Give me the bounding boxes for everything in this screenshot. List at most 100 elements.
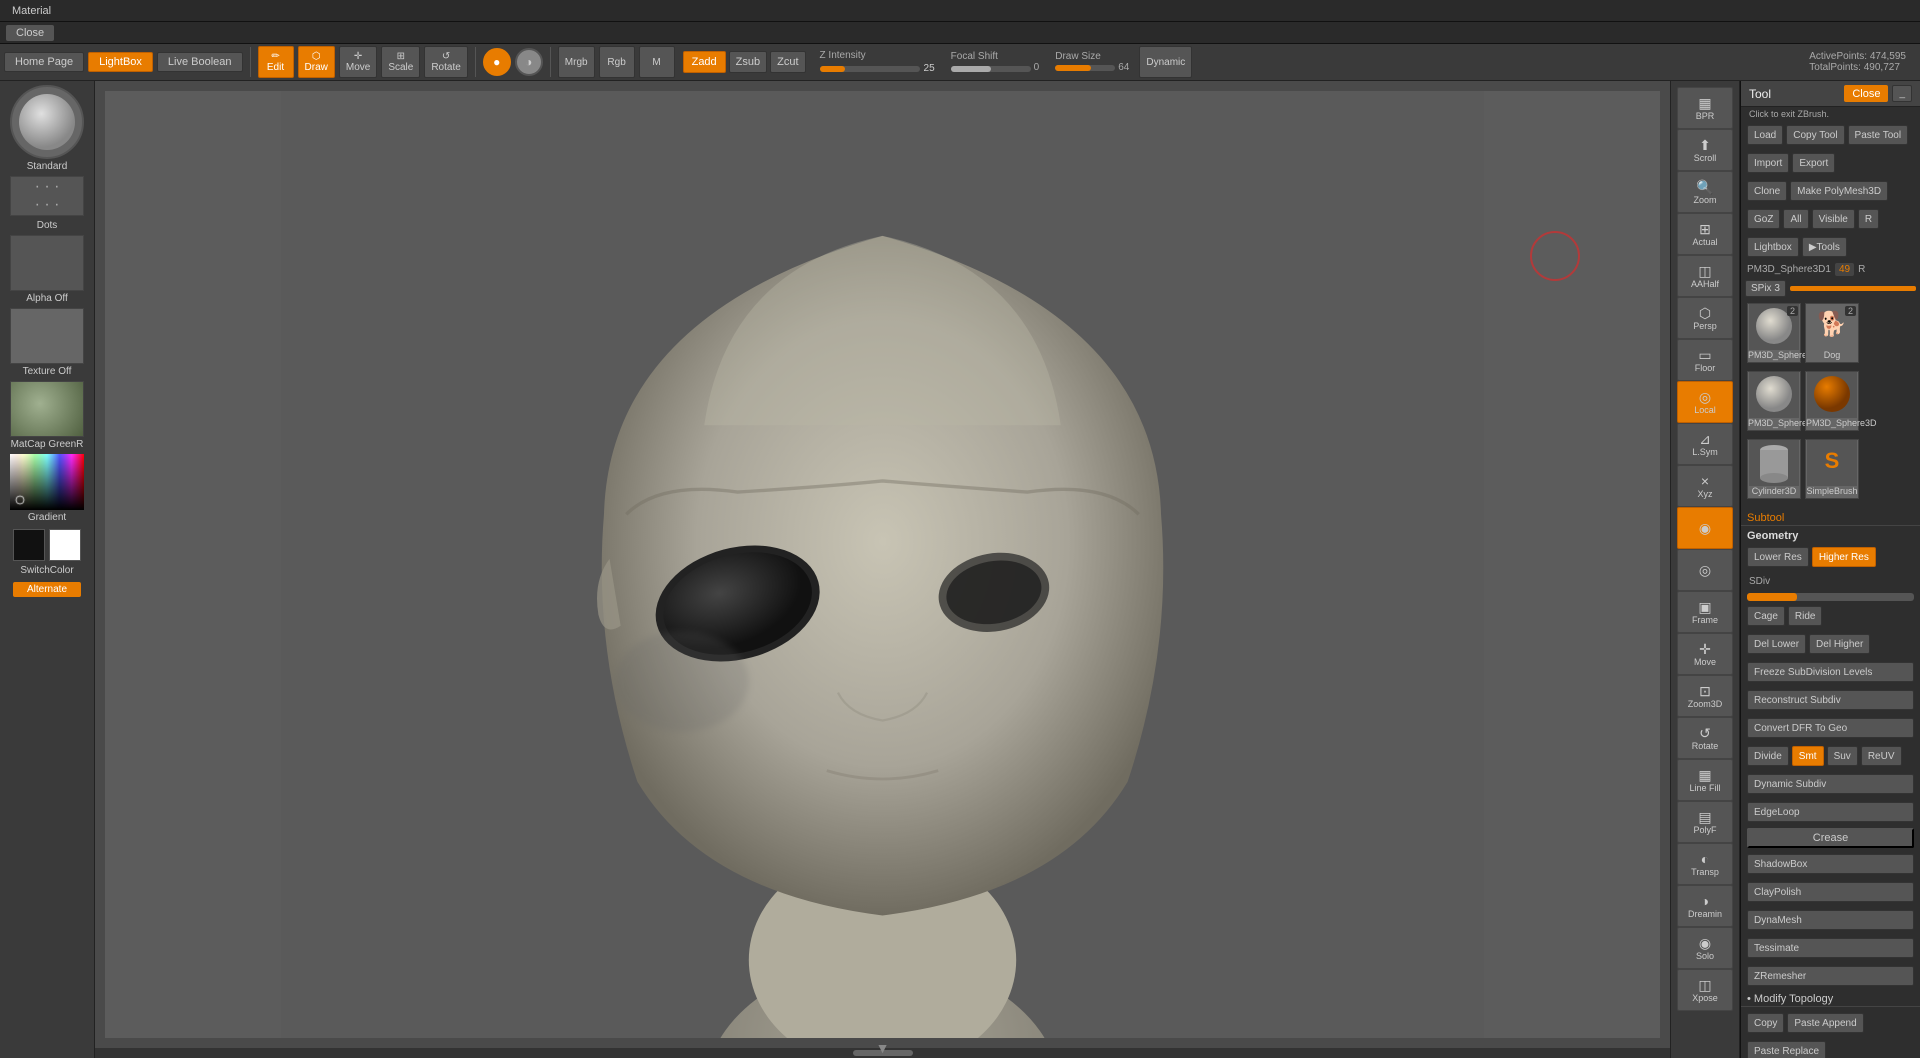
rgb-button[interactable]: Rgb [599,46,635,78]
right-icon-Xpose[interactable]: ◫Xpose [1677,969,1733,1011]
reuv-button[interactable]: ReUV [1861,746,1902,766]
modify-topology-section[interactable]: • Modify Topology [1741,990,1920,1007]
home-page-button[interactable]: Home Page [4,52,84,72]
right-icon-PolyF[interactable]: ▤PolyF [1677,801,1733,843]
tool-thumb-dog[interactable]: 🐕 2 Dog [1805,303,1859,363]
right-icon-11[interactable]: ◎ [1677,549,1733,591]
export-button[interactable]: Export [1792,153,1835,173]
swatch-black[interactable] [13,529,45,561]
zremesher-button[interactable]: ZRemesher [1747,966,1914,986]
tool-thumb-sphere3[interactable]: PM3D_Sphere3D [1747,371,1801,431]
del-higher-button[interactable]: Del Higher [1809,634,1870,654]
del-lower-button[interactable]: Del Lower [1747,634,1806,654]
menu-item-material[interactable]: Material [4,0,79,22]
paste-append-button[interactable]: Paste Append [1787,1013,1863,1033]
claypolish-button[interactable]: ClayPolish [1747,882,1914,902]
tool-thumb-sphere4[interactable]: PM3D_Sphere3D [1805,371,1859,431]
focal-shift-track[interactable] [951,66,1031,72]
right-icon-Scroll[interactable]: ⬆Scroll [1677,129,1733,171]
alternate-button[interactable]: Alternate [13,582,81,597]
goz-button[interactable]: GoZ [1747,209,1780,229]
right-icon-Transp[interactable]: ◐Transp [1677,843,1733,885]
edgeloop-button[interactable]: EdgeLoop [1747,802,1914,822]
right-icon-Move[interactable]: ✛Move [1677,633,1733,675]
close-button[interactable]: Close [6,25,54,41]
canvas-area[interactable]: ▼ [95,81,1670,1058]
right-icon-AAHalf[interactable]: ◫AAHalf [1677,255,1733,297]
copy-tool-button[interactable]: Copy Tool [1786,125,1844,145]
right-icon-Persp[interactable]: ⬡Persp [1677,297,1733,339]
draw-size-track[interactable] [1055,65,1115,71]
tool-thumb-sphere1[interactable]: 2 PM3D_Sphere3D [1747,303,1801,363]
edit-button[interactable]: ✏ Edit [258,46,294,78]
draw-button[interactable]: ⬡ Draw [298,46,335,78]
zsub-button[interactable]: Zsub [729,51,767,73]
color-picker[interactable] [10,454,84,510]
live-boolean-button[interactable]: Live Boolean [157,52,243,72]
suv-button[interactable]: Suv [1827,746,1858,766]
higher-res-button[interactable]: Higher Res [1812,547,1876,567]
move-button[interactable]: ✛ Move [339,46,377,78]
lightbox-button[interactable]: LightBox [88,52,153,72]
paste-replace-button[interactable]: Paste Replace [1747,1041,1826,1058]
right-icon-Frame[interactable]: ▣Frame [1677,591,1733,633]
right-icon-Dreamin[interactable]: ◑Dreamin [1677,885,1733,927]
zcut-button[interactable]: Zcut [770,51,805,73]
tool-close-button[interactable]: Close [1844,85,1888,102]
smt-button[interactable]: Smt [1792,746,1824,766]
divide-button[interactable]: Divide [1747,746,1789,766]
z-intensity-track[interactable] [820,66,920,72]
clone-button[interactable]: Clone [1747,181,1787,201]
subtool-section[interactable]: Subtool [1741,509,1920,526]
right-icon-Solo[interactable]: ◉Solo [1677,927,1733,969]
geometry-title[interactable]: Geometry [1741,528,1920,543]
tool-thumb-cylinder[interactable]: Cylinder3D [1747,439,1801,499]
right-icon-Rotate[interactable]: ↺Rotate [1677,717,1733,759]
right-icon-Zoom[interactable]: 🔍Zoom [1677,171,1733,213]
right-icon-Local[interactable]: ◎Local [1677,381,1733,423]
dots-thumbnail[interactable]: · · ·· · · [10,176,84,216]
all-button[interactable]: All [1783,209,1808,229]
mrgb-button[interactable]: Mrgb [558,46,595,78]
reconstruct-button[interactable]: Reconstruct Subdiv [1747,690,1914,710]
right-icon-Line Fill[interactable]: ▦Line Fill [1677,759,1733,801]
m-button[interactable]: M [639,46,675,78]
minimize-button[interactable]: _ [1892,85,1912,102]
right-icon-10[interactable]: ◉ [1677,507,1733,549]
paste-tool-button[interactable]: Paste Tool [1848,125,1909,145]
alpha-thumbnail[interactable] [10,235,84,291]
import-button[interactable]: Import [1747,153,1789,173]
cage-button[interactable]: Cage [1747,606,1785,626]
convert-dfr-button[interactable]: Convert DFR To Geo [1747,718,1914,738]
dynamesh-button[interactable]: DynaMesh [1747,910,1914,930]
crease-button[interactable]: Crease [1747,828,1914,848]
rotate-button[interactable]: ↺ Rotate [424,46,467,78]
zadd-button[interactable]: Zadd [683,51,726,73]
right-icon-Actual[interactable]: ⊞Actual [1677,213,1733,255]
dynamic-subdiv-button[interactable]: Dynamic Subdiv [1747,774,1914,794]
matcap-thumbnail[interactable] [10,381,84,437]
make-polymesh-button[interactable]: Make PolyMesh3D [1790,181,1888,201]
sdiv-slider[interactable] [1747,593,1914,601]
shadowbox-button[interactable]: ShadowBox [1747,854,1914,874]
load-button[interactable]: Load [1747,125,1783,145]
scale-button[interactable]: ⊞ Scale [381,46,420,78]
right-icon-BPR[interactable]: ▦BPR [1677,87,1733,129]
dynamic-button[interactable]: Dynamic [1139,46,1192,78]
lightbox-tool-button[interactable]: Lightbox [1747,237,1799,257]
ride-button[interactable]: Ride [1788,606,1823,626]
r-button[interactable]: R [1858,209,1879,229]
copy-button[interactable]: Copy [1747,1013,1784,1033]
texture-thumbnail[interactable] [10,308,84,364]
tools-button[interactable]: ▶Tools [1802,237,1847,257]
right-icon-Zoom3D[interactable]: ⊡Zoom3D [1677,675,1733,717]
right-icon-Xyz[interactable]: ×Xyz [1677,465,1733,507]
sphere-icon-1[interactable]: ● [483,48,511,76]
lower-res-button[interactable]: Lower Res [1747,547,1809,567]
visible-button[interactable]: Visible [1812,209,1855,229]
right-icon-L.Sym[interactable]: ⊿L.Sym [1677,423,1733,465]
spix-slider[interactable] [1790,286,1916,291]
swatch-white[interactable] [49,529,81,561]
tessimate-button[interactable]: Tessimate [1747,938,1914,958]
right-icon-Floor[interactable]: ▭Floor [1677,339,1733,381]
